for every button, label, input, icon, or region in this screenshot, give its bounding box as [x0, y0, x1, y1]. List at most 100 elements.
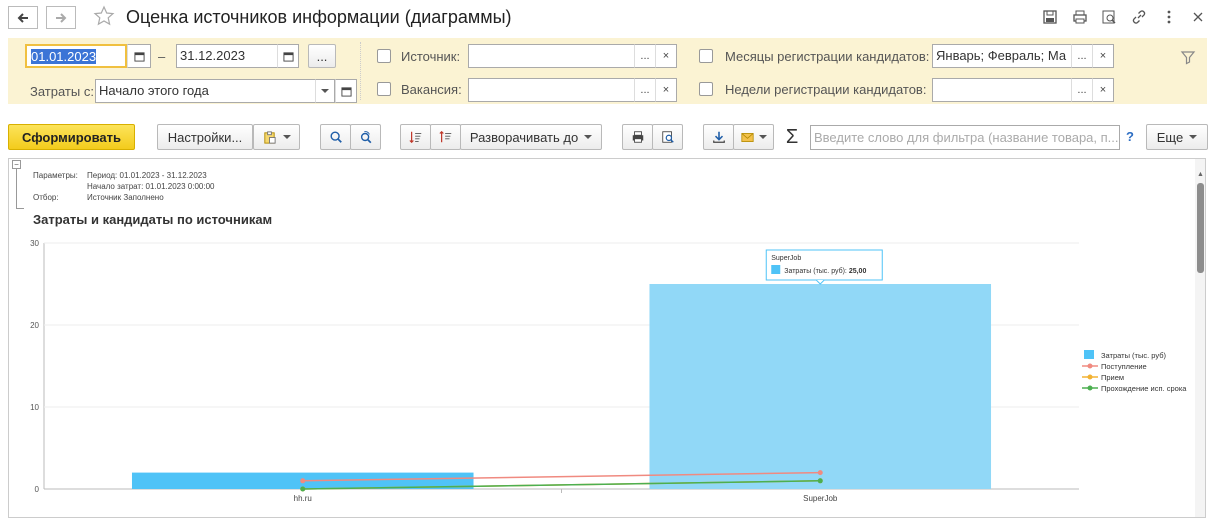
- source-label: Источник:: [401, 49, 461, 64]
- vacancy-input[interactable]: [468, 78, 636, 102]
- tooltip-category: SuperJob: [771, 255, 801, 262]
- y-tick-label: 20: [30, 321, 39, 330]
- collapse-button[interactable]: [400, 124, 431, 150]
- x-tick-label: SuperJob: [803, 494, 838, 503]
- tooltip-value: 25,00: [849, 268, 867, 275]
- window-title: Оценка источников информации (диаграммы): [126, 7, 512, 27]
- expand-to-label: Разворачивать до: [469, 129, 579, 145]
- y-tick-label: 10: [30, 403, 39, 412]
- legend-swatch: [1084, 350, 1094, 359]
- settings-button[interactable]: Настройки...: [157, 124, 253, 150]
- weeks-select-button[interactable]: ...: [1071, 78, 1093, 102]
- print-icon[interactable]: [1070, 7, 1090, 27]
- more-vertical-icon[interactable]: [1159, 7, 1179, 27]
- x-tick-label: hh.ru: [294, 494, 312, 503]
- chevron-down-icon: [759, 135, 767, 139]
- save-icon[interactable]: [1040, 7, 1060, 27]
- legend-marker: [1087, 385, 1093, 391]
- report-area: − Параметры: Период: 01.01.2023 - 31.12.…: [8, 158, 1206, 518]
- filter-funnel-icon[interactable]: [1180, 49, 1196, 65]
- chevron-down-icon: [1189, 135, 1198, 139]
- variant-button[interactable]: [253, 124, 300, 150]
- source-clear-button[interactable]: ×: [655, 44, 677, 68]
- print-preview-button[interactable]: [652, 124, 683, 150]
- favorite-star-icon[interactable]: [93, 5, 115, 27]
- source-checkbox[interactable]: [377, 49, 391, 63]
- vertical-scrollbar[interactable]: ▲: [1195, 159, 1205, 517]
- months-clear-button[interactable]: ×: [1092, 44, 1114, 68]
- bar: [649, 284, 992, 489]
- legend-label: Поступление: [1101, 362, 1147, 371]
- weeks-checkbox[interactable]: [699, 82, 713, 96]
- date-to-calendar-button[interactable]: [277, 44, 299, 68]
- scrollbar-thumb[interactable]: [1197, 183, 1204, 273]
- date-from-text: 01.01.2023: [31, 49, 97, 64]
- email-button[interactable]: [733, 124, 774, 150]
- months-input[interactable]: Январь; Февраль; Ма: [932, 44, 1073, 68]
- costs-from-select[interactable]: Начало этого года: [95, 79, 319, 103]
- tooltip-series-label: Затраты (тыс. руб): 25,00: [784, 267, 866, 275]
- costs-from-calendar-button[interactable]: [335, 79, 357, 103]
- arrow-right-icon: [56, 12, 67, 23]
- legend-label: Прием: [1101, 373, 1124, 382]
- close-icon[interactable]: [1188, 7, 1208, 27]
- weeks-label: Недели регистрации кандидатов:: [725, 82, 927, 97]
- clipboard-icon: [264, 130, 276, 144]
- search-filter-input[interactable]: Введите слово для фильтра (название това…: [810, 125, 1120, 150]
- weeks-input[interactable]: [932, 78, 1073, 102]
- calendar-icon: [340, 86, 352, 97]
- period-select-button[interactable]: ...: [308, 44, 336, 68]
- date-range-dash: –: [158, 49, 166, 64]
- expand-to-button[interactable]: Разворачивать до: [460, 124, 602, 150]
- weeks-clear-button[interactable]: ×: [1092, 78, 1114, 102]
- arrow-left-icon: [17, 12, 28, 23]
- print-icon: [632, 131, 643, 143]
- save-file-button[interactable]: [703, 124, 734, 150]
- costs-from-dropdown[interactable]: [315, 79, 335, 103]
- find-button[interactable]: [320, 124, 351, 150]
- source-select-button[interactable]: ...: [634, 44, 656, 68]
- series-point: [300, 478, 306, 484]
- chart: 0 10 20 30 hh.ru SuperJob SuperJob Затраты (тыс…: [30, 239, 1187, 503]
- date-from-calendar-button[interactable]: [127, 44, 151, 68]
- filters-panel: 01.01.2023 – 31.12.2023 ... Затраты с: Н…: [8, 38, 1207, 104]
- legend-marker: [1087, 374, 1093, 380]
- scroll-up-icon[interactable]: ▲: [1197, 171, 1204, 178]
- find-next-button[interactable]: [350, 124, 381, 150]
- title-bar: Оценка источников информации (диаграммы): [0, 0, 1222, 36]
- months-checkbox[interactable]: [699, 49, 713, 63]
- help-button[interactable]: ?: [1126, 129, 1134, 144]
- link-icon[interactable]: [1129, 7, 1149, 27]
- generate-button[interactable]: Сформировать: [8, 124, 135, 150]
- search-icon: [329, 131, 342, 143]
- envelope-icon: [741, 132, 754, 142]
- source-input[interactable]: [468, 44, 636, 68]
- tooltip-swatch: [771, 265, 781, 274]
- costs-from-label: Затраты с:: [30, 84, 94, 99]
- clear-icon: ×: [1099, 50, 1107, 62]
- chevron-down-icon: [584, 135, 593, 139]
- series-point: [817, 470, 823, 476]
- search-next-icon: [360, 131, 371, 144]
- vacancy-checkbox[interactable]: [377, 82, 391, 96]
- forward-button[interactable]: [46, 6, 76, 29]
- preview-icon[interactable]: [1099, 7, 1119, 27]
- expand-button[interactable]: [430, 124, 461, 150]
- chevron-down-icon: [321, 89, 329, 93]
- more-button[interactable]: Еще: [1146, 124, 1208, 150]
- more-label: Еще: [1156, 129, 1184, 145]
- months-select-button[interactable]: ...: [1071, 44, 1093, 68]
- calendar-icon: [282, 51, 294, 62]
- print-button[interactable]: [622, 124, 653, 150]
- chevron-down-icon: [283, 135, 291, 139]
- vacancy-select-button[interactable]: ...: [634, 78, 656, 102]
- clear-icon: ×: [662, 84, 670, 96]
- back-button[interactable]: [8, 6, 38, 29]
- vacancy-clear-button[interactable]: ×: [655, 78, 677, 102]
- date-to-input[interactable]: 31.12.2023: [176, 44, 280, 68]
- expand-icon: [438, 130, 451, 143]
- series-point: [817, 478, 823, 484]
- sum-sigma-icon[interactable]: Σ: [783, 126, 801, 149]
- clear-icon: ×: [1099, 84, 1107, 96]
- date-from-input[interactable]: 01.01.2023: [25, 44, 127, 68]
